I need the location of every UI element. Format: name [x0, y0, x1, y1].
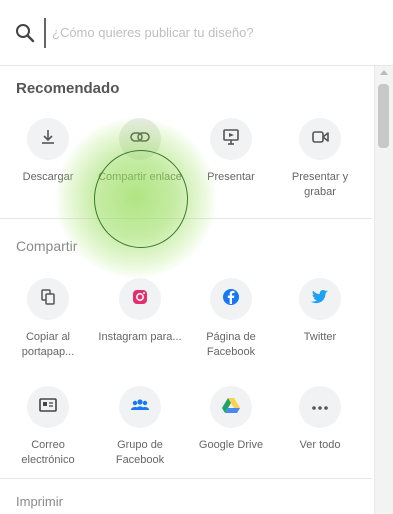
twitter-button[interactable]: Twitter [278, 278, 362, 345]
download-label: Descargar [22, 171, 74, 183]
scrollbar[interactable] [374, 66, 393, 514]
facebook-group-button[interactable]: Grupo de Facebook [98, 386, 182, 468]
more-icon [310, 398, 330, 416]
facebook-page-label: Página de Facebook [206, 331, 256, 358]
present-icon [221, 127, 241, 152]
google-drive-label: Google Drive [198, 439, 264, 451]
search-bar [0, 0, 393, 66]
email-icon [38, 397, 58, 418]
copy-clipboard-label: Copiar al portapap... [21, 331, 75, 358]
present-button[interactable]: Presentar [189, 118, 273, 185]
publish-panel: Recomendado Descargar [0, 0, 393, 514]
search-input[interactable] [44, 17, 354, 48]
search-icon [14, 22, 36, 44]
twitter-label: Twitter [303, 331, 337, 343]
google-drive-button[interactable]: Google Drive [189, 386, 273, 453]
facebook-icon [221, 287, 241, 312]
instagram-icon [130, 287, 150, 312]
share-link-button[interactable]: Compartir enlace [98, 118, 182, 185]
copy-clipboard-button[interactable]: Copiar al portapap... [6, 278, 90, 360]
instagram-label: Instagram para... [98, 331, 182, 343]
present-record-label: Presentar y grabar [291, 171, 349, 198]
share-link-label: Compartir enlace [98, 171, 182, 183]
link-icon [129, 129, 151, 150]
see-all-button[interactable]: Ver todo [278, 386, 362, 453]
download-icon [38, 127, 58, 152]
present-record-button[interactable]: Presentar y grabar [278, 118, 362, 200]
instagram-button[interactable]: Instagram para... [98, 278, 182, 345]
email-button[interactable]: Correo electrónico [6, 386, 90, 468]
copy-icon [39, 288, 57, 311]
email-label: Correo electrónico [21, 439, 75, 466]
scrollbar-thumb[interactable] [378, 84, 389, 148]
twitter-icon [310, 288, 330, 311]
google-drive-icon [221, 396, 241, 419]
section-divider [0, 218, 372, 219]
section-title-share: Compartir [16, 238, 78, 254]
facebook-group-icon [129, 397, 151, 418]
present-record-icon [310, 127, 330, 152]
see-all-label: Ver todo [299, 439, 341, 451]
options-list[interactable]: Recomendado Descargar Compartir enlace P… [0, 66, 372, 514]
section-title-recommended: Recomendado [16, 80, 120, 97]
facebook-page-button[interactable]: Página de Facebook [189, 278, 273, 360]
download-button[interactable]: Descargar [6, 118, 90, 185]
facebook-group-label: Grupo de Facebook [115, 439, 165, 466]
present-label: Presentar [207, 171, 255, 183]
scroll-up-arrow-icon[interactable] [380, 70, 388, 75]
section-title-print: Imprimir [16, 494, 63, 509]
section-divider [0, 478, 372, 479]
